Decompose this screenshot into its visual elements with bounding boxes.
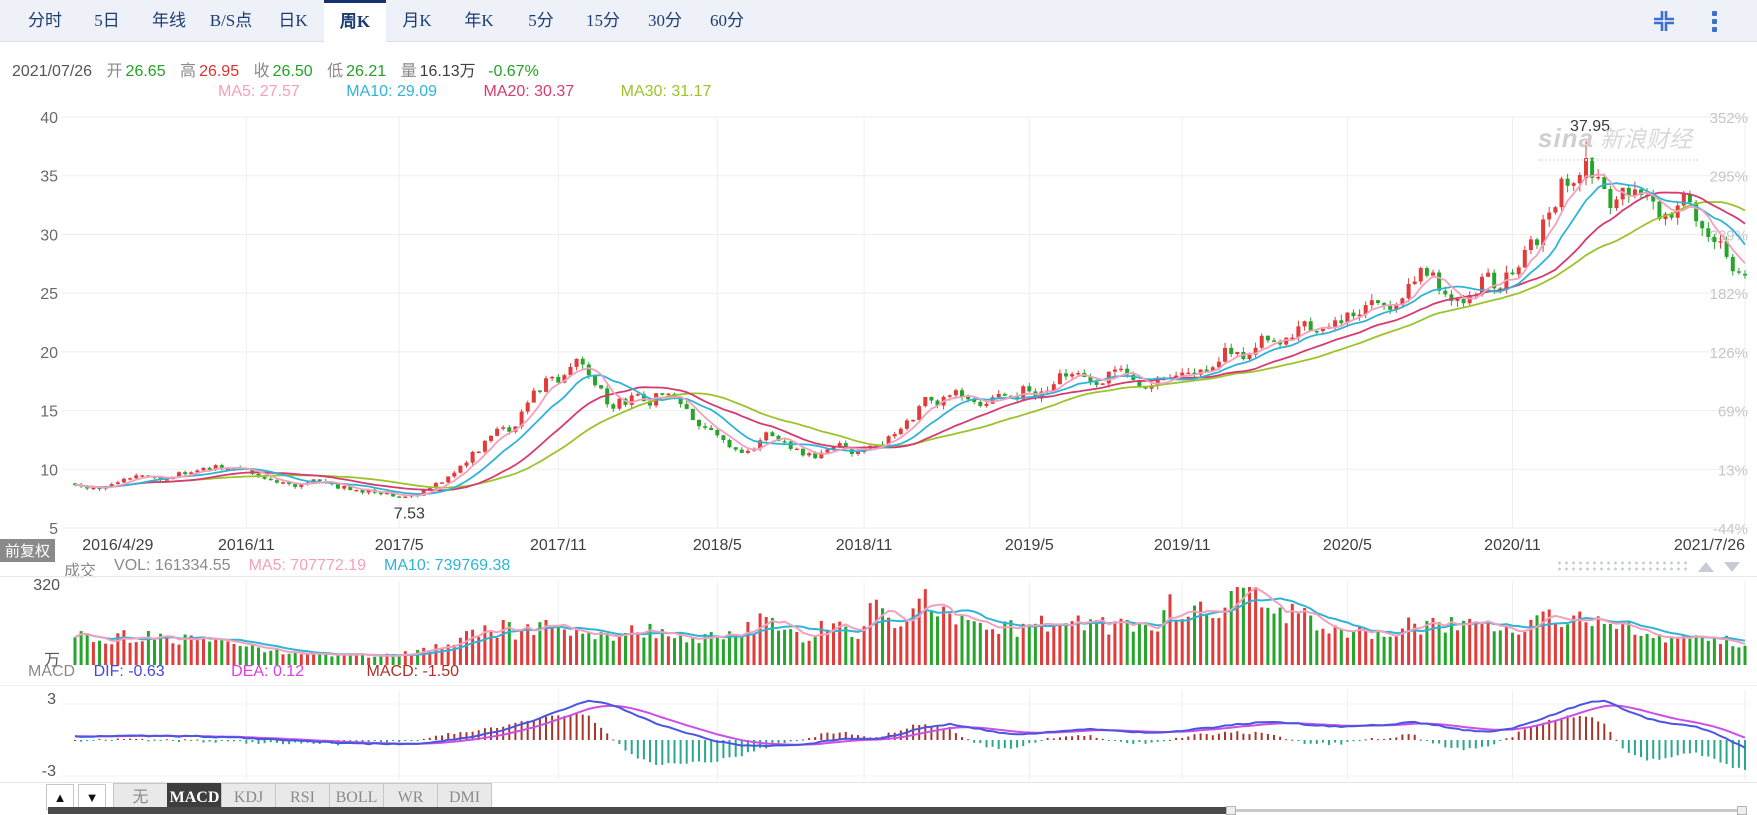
open-value: 26.65	[125, 63, 166, 80]
macd-title: MACD	[28, 663, 76, 680]
candlestick-chart[interactable]: 40 352% 35 295% 30 239% 25 182% 20 126% 15 69% 10 13%…	[0, 95, 1757, 540]
y-axis-label: 15	[40, 404, 58, 421]
x-axis-label: 2021/7/26	[1673, 537, 1745, 554]
tab-15min[interactable]: 15分	[572, 0, 634, 42]
right-axis-label: 69%	[1718, 404, 1748, 421]
y-axis-label: 35	[40, 169, 58, 186]
tab-time[interactable]: 分时	[14, 0, 76, 42]
tab-60min[interactable]: 60分	[696, 0, 758, 42]
scrollbar-track[interactable]	[1236, 809, 1737, 812]
y-axis-label: 30	[40, 227, 58, 244]
low-value: 26.21	[346, 63, 387, 80]
scrollbar-handle-left[interactable]	[1226, 806, 1236, 815]
collapse-icon[interactable]	[1652, 9, 1676, 33]
y-axis-label: 40	[40, 110, 58, 127]
right-axis-label: -44%	[1713, 521, 1748, 538]
tab-yearly-k[interactable]: 年K	[448, 0, 510, 42]
y-axis-label: 20	[40, 345, 58, 362]
more-menu-icon[interactable]	[1702, 9, 1726, 33]
scrollbar-handle-right[interactable]	[1737, 806, 1747, 815]
macd-value: MACD: -1.50	[366, 663, 460, 680]
x-axis-label: 2019/11	[1153, 537, 1211, 554]
volume-value: 16.13万	[419, 63, 476, 80]
x-axis-label: 2018/5	[692, 537, 742, 554]
period-tabs: 分时 5日 年线 B/S点 日K 周K 月K 年K 5分 15分 30分 60分	[0, 0, 1757, 42]
tab-5d[interactable]: 5日	[76, 0, 138, 42]
dea-value: DEA: 0.12	[231, 663, 305, 680]
tab-bs-point[interactable]: B/S点	[200, 0, 262, 42]
open-label: 开	[106, 63, 123, 80]
tab-5min[interactable]: 5分	[510, 0, 572, 42]
x-axis-label: 2017/5	[374, 537, 424, 554]
right-axis-label: 126%	[1710, 345, 1748, 362]
x-axis: 2016/4/29 2016/11 2017/5 2017/11 2018/5 2018/…	[0, 537, 1757, 557]
adjust-mode-badge[interactable]: 前复权	[0, 539, 56, 562]
pane-up-arrow-icon[interactable]	[1698, 562, 1714, 572]
pane-resize-handle[interactable]	[1556, 560, 1688, 571]
y-axis-label: 10	[40, 462, 58, 479]
low-annotation: 7.53	[394, 505, 425, 522]
x-axis-label: 2018/11	[835, 537, 893, 554]
change-percent: -0.67%	[488, 63, 539, 80]
quote-date: 2021/07/26	[12, 63, 93, 80]
right-axis-label: 13%	[1718, 462, 1748, 479]
macd-svg	[62, 690, 1750, 780]
y-axis-label: 25	[40, 286, 58, 303]
watermark: sina 新浪财经	[1538, 120, 1698, 161]
tab-30min[interactable]: 30分	[634, 0, 696, 42]
x-axis-label: 2020/5	[1322, 537, 1372, 554]
volume-svg	[73, 581, 1747, 665]
right-axis-label: 352%	[1710, 110, 1748, 127]
close-label: 收	[253, 63, 270, 80]
macd-chart[interactable]	[0, 685, 1757, 783]
x-axis-label: 2017/11	[529, 537, 587, 554]
y-axis-label: 5	[49, 521, 58, 538]
horizontal-scrollbar	[0, 806, 1757, 815]
volume-chart[interactable]	[0, 576, 1757, 668]
tab-daily-k[interactable]: 日K	[262, 0, 324, 42]
sina-logo: sina	[1538, 123, 1595, 153]
period-tab-bar: 分时 5日 年线 B/S点 日K 周K 月K 年K 5分 15分 30分 60分	[0, 0, 1757, 42]
close-value: 26.50	[272, 63, 313, 80]
tab-yearline[interactable]: 年线	[138, 0, 200, 42]
right-axis-label: 182%	[1710, 286, 1748, 303]
watermark-subline	[1538, 156, 1698, 161]
tab-weekly-k[interactable]: 周K	[324, 0, 386, 42]
x-axis-label: 2016/4/29	[82, 537, 154, 554]
macd-header: MACD DIF: -0.63 DEA: 0.12 MACD: -1.50	[28, 663, 459, 681]
x-axis-label: 2016/11	[217, 537, 275, 554]
low-label: 低	[327, 63, 344, 80]
scrollbar-thumb[interactable]	[48, 807, 1226, 814]
pane-down-arrow-icon[interactable]	[1724, 562, 1740, 572]
candlestick-svg: 40 352%35 295%30 239%25 182%20 126%15 69%10 13%…	[40, 110, 1750, 538]
right-axis-label: 295%	[1710, 169, 1748, 186]
x-axis-label: 2019/5	[1004, 537, 1054, 554]
tab-monthly-k[interactable]: 月K	[386, 0, 448, 42]
high-label: 高	[180, 63, 197, 80]
x-axis-label: 2020/11	[1484, 537, 1541, 554]
high-value: 26.95	[199, 63, 240, 80]
dif-value: DIF: -0.63	[93, 663, 165, 680]
watermark-text: 新浪财经	[1600, 126, 1693, 152]
quote-summary: 2021/07/26 开 26.65 高 26.95 收 26.50 低 26.21 量…	[12, 57, 539, 81]
volume-label: 量	[400, 63, 417, 80]
